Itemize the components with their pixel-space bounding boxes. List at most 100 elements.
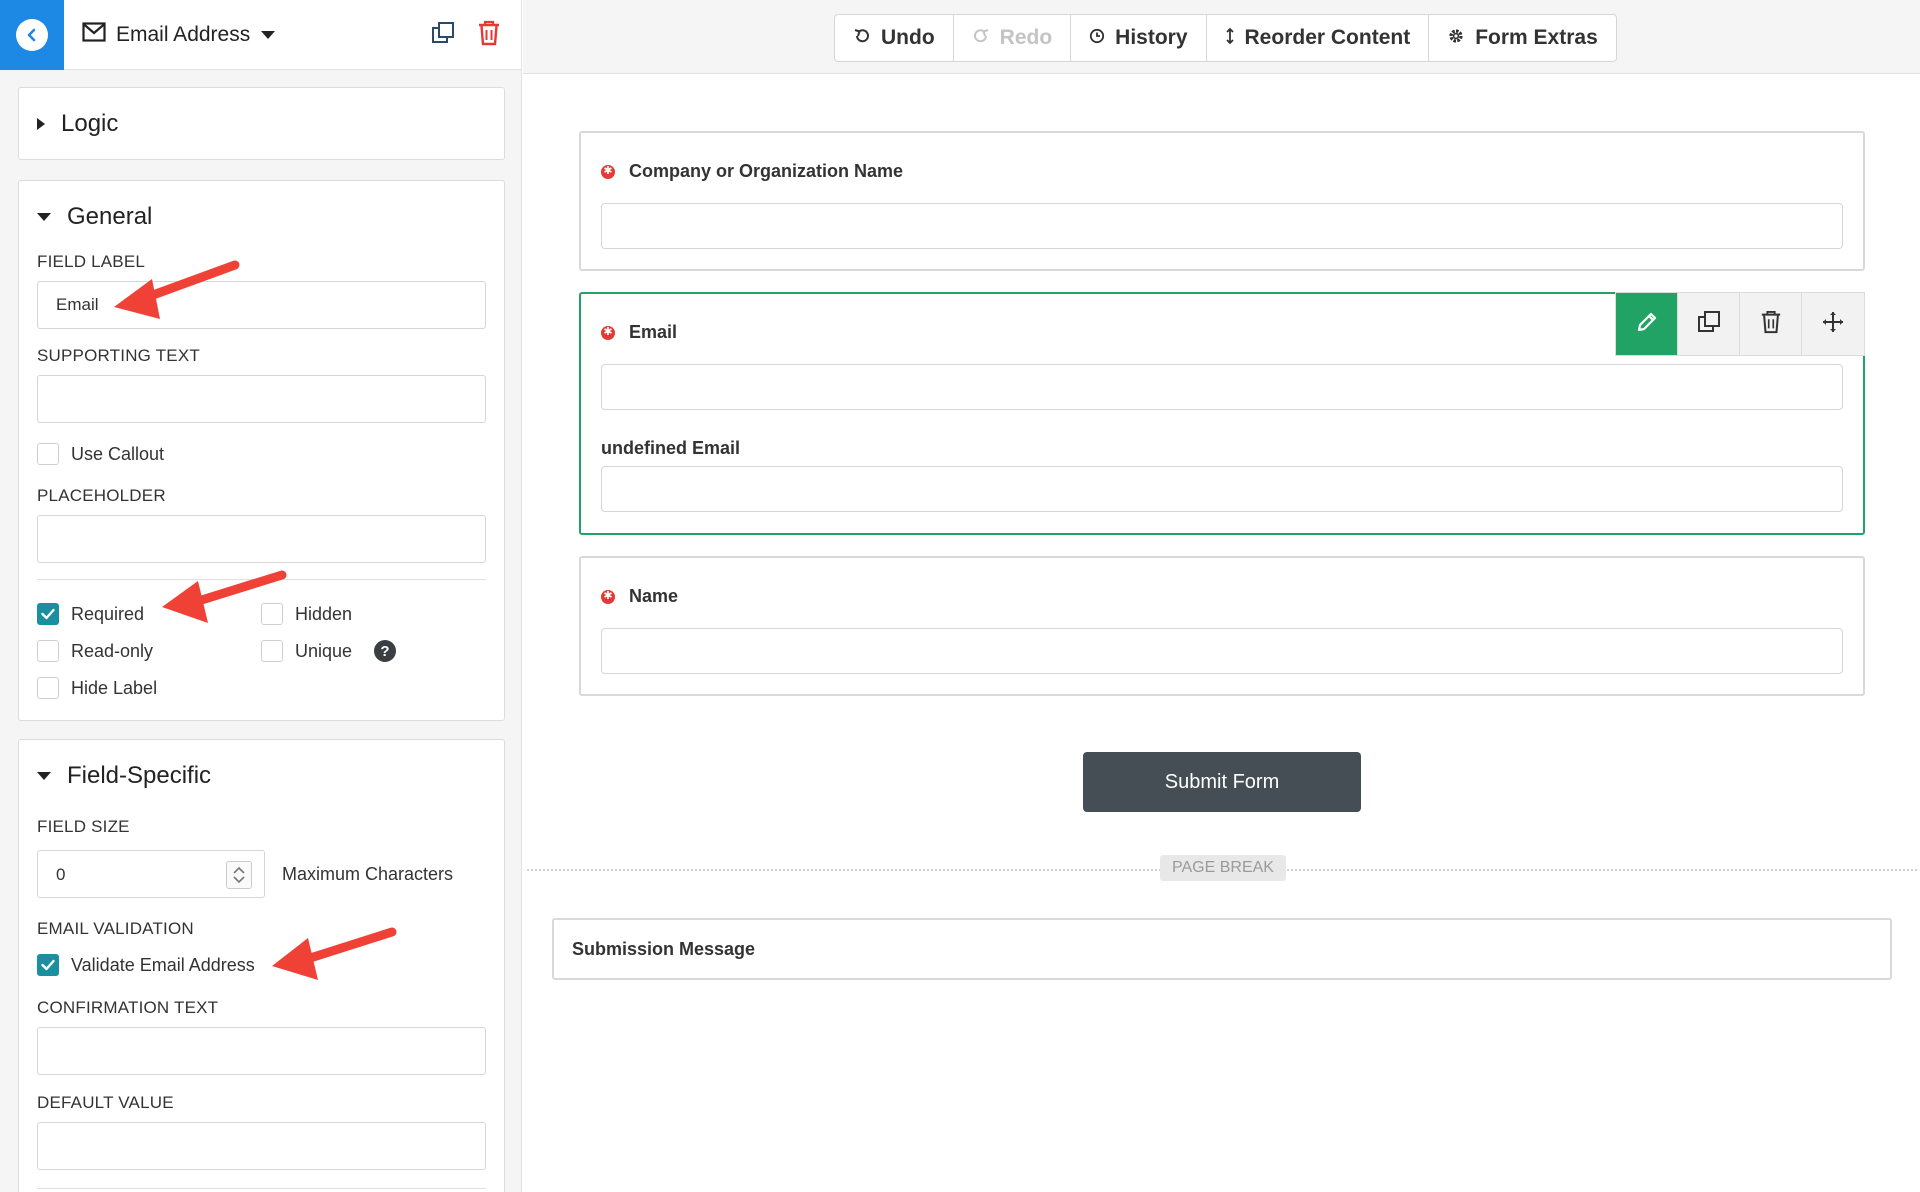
logic-panel-title: Logic: [61, 110, 119, 137]
form-field-name[interactable]: ✱ Name: [579, 556, 1865, 696]
confirm-field-label-text: undefined Email: [601, 438, 741, 458]
annotation-arrow-validate-email: [272, 927, 397, 980]
caret-down-icon: [260, 23, 276, 47]
move-icon: [1821, 310, 1845, 339]
delete-form-field-button[interactable]: [1740, 293, 1802, 355]
email-validation-heading: EMAIL VALIDATION: [37, 919, 194, 938]
confirmation-text-heading: CONFIRMATION TEXT: [37, 998, 219, 1017]
duplicate-icon: [1697, 310, 1721, 339]
checkbox-box: [37, 677, 59, 699]
confirm-field-label: undefined Email: [601, 438, 740, 459]
field-label-text: Email: [629, 322, 678, 342]
unique-label: Unique: [295, 640, 353, 661]
move-field-button[interactable]: [1802, 293, 1864, 355]
validate-email-label: Validate Email Address: [71, 954, 255, 975]
logic-panel: Logic: [18, 87, 505, 160]
duplicate-form-field-button[interactable]: [1678, 293, 1740, 355]
read-only-checkbox[interactable]: Read-only: [37, 640, 153, 662]
submit-form-button[interactable]: Submit Form: [1083, 752, 1361, 812]
field-label-text: Name: [629, 586, 679, 606]
field-size-unit: Maximum Characters: [282, 864, 454, 884]
submission-message-card[interactable]: Submission Message: [552, 918, 1892, 980]
edit-field-button[interactable]: [1616, 293, 1678, 355]
field-size-input[interactable]: 0: [37, 850, 265, 898]
reorder-content-label: Reorder Content: [1244, 26, 1411, 49]
checkbox-box-checked: [37, 954, 59, 976]
sidebar-header: Email Address: [0, 0, 521, 70]
supporting-text-input[interactable]: [37, 375, 486, 423]
use-callout-checkbox[interactable]: Use Callout: [37, 443, 164, 465]
undo-label: Undo: [881, 26, 935, 49]
field-actions-bar: [1615, 292, 1865, 356]
default-value-input[interactable]: [37, 1122, 486, 1170]
unique-checkbox[interactable]: Unique: [261, 640, 352, 662]
page-break-label: PAGE BREAK: [1160, 855, 1286, 881]
email-confirm-input[interactable]: [601, 466, 1843, 512]
field-type-label: Email Address: [116, 23, 251, 46]
validate-email-checkbox[interactable]: Validate Email Address: [37, 954, 255, 976]
hidden-label: Hidden: [295, 603, 353, 624]
field-size-stepper[interactable]: [226, 861, 252, 889]
chevron-up-icon: [233, 866, 245, 874]
required-icon: ✱: [601, 589, 615, 604]
logic-panel-toggle[interactable]: Logic: [37, 110, 118, 138]
history-label: History: [1115, 26, 1188, 49]
caret-down-icon: [37, 213, 51, 221]
general-panel-title: General: [67, 203, 153, 230]
placeholder-input[interactable]: [37, 515, 486, 563]
field-label-text: Company or Organization Name: [629, 161, 904, 181]
checkbox-box-checked: [37, 603, 59, 625]
redo-label: Redo: [999, 26, 1053, 49]
required-checkbox[interactable]: Required: [37, 603, 144, 625]
chevron-down-icon: [233, 876, 245, 884]
form-extras-label: Form Extras: [1475, 26, 1598, 49]
envelope-icon: [82, 22, 106, 48]
form-field-company[interactable]: ✱ Company or Organization Name: [579, 131, 1865, 271]
pencil-icon: [1635, 310, 1659, 339]
chevron-left-icon: [16, 19, 48, 51]
general-panel-toggle[interactable]: General: [37, 203, 152, 231]
duplicate-icon: [431, 21, 455, 50]
help-icon[interactable]: ?: [374, 640, 396, 662]
undo-button[interactable]: Undo: [835, 15, 954, 61]
arrows-vertical-icon: [1225, 27, 1235, 50]
email-input[interactable]: [601, 364, 1843, 410]
bottom-divider: [37, 1188, 486, 1189]
delete-field-button[interactable]: [474, 20, 504, 50]
required-label: Required: [71, 603, 145, 624]
field-specific-panel-title: Field-Specific: [67, 762, 212, 789]
confirmation-text-input[interactable]: [37, 1027, 486, 1075]
field-label: ✱ Company or Organization Name: [601, 161, 903, 182]
field-specific-panel-toggle[interactable]: Field-Specific: [37, 762, 211, 790]
default-value-heading: DEFAULT VALUE: [37, 1093, 174, 1112]
required-icon: ✱: [601, 325, 615, 340]
form-extras-button[interactable]: Form Extras: [1429, 15, 1616, 61]
reorder-content-button[interactable]: Reorder Content: [1207, 15, 1430, 61]
clock-icon: [1089, 28, 1105, 49]
placeholder-heading: PLACEHOLDER: [37, 486, 166, 505]
caret-down-icon: [37, 772, 51, 780]
name-input[interactable]: [601, 628, 1843, 674]
field-size-value: 0: [56, 865, 66, 884]
redo-icon: [972, 27, 990, 50]
trash-icon: [477, 20, 501, 51]
checkbox-box: [261, 640, 283, 662]
field-label: ✱ Name: [601, 586, 678, 607]
form-field-email[interactable]: ✱ Email undefined Email: [579, 292, 1865, 535]
history-button[interactable]: History: [1071, 15, 1207, 61]
hide-label-checkbox[interactable]: Hide Label: [37, 677, 157, 699]
redo-button[interactable]: Redo: [954, 15, 1072, 61]
general-panel: General FIELD LABEL Email SUPPORTING TEX…: [18, 180, 505, 721]
header-actions: [428, 0, 504, 70]
check-icon: [41, 959, 55, 971]
field-size-heading: FIELD SIZE: [37, 817, 130, 836]
undo-icon: [853, 27, 871, 50]
field-label: ✱ Email: [601, 322, 677, 343]
form-canvas: Undo Redo History Reorder Content Form E…: [523, 0, 1920, 1192]
annotation-arrow-field-label: [114, 260, 240, 319]
duplicate-field-button[interactable]: [428, 20, 458, 50]
required-icon: ✱: [601, 164, 615, 179]
back-button[interactable]: [0, 0, 64, 70]
field-type-dropdown[interactable]: Email Address: [82, 0, 276, 70]
company-input[interactable]: [601, 203, 1843, 249]
